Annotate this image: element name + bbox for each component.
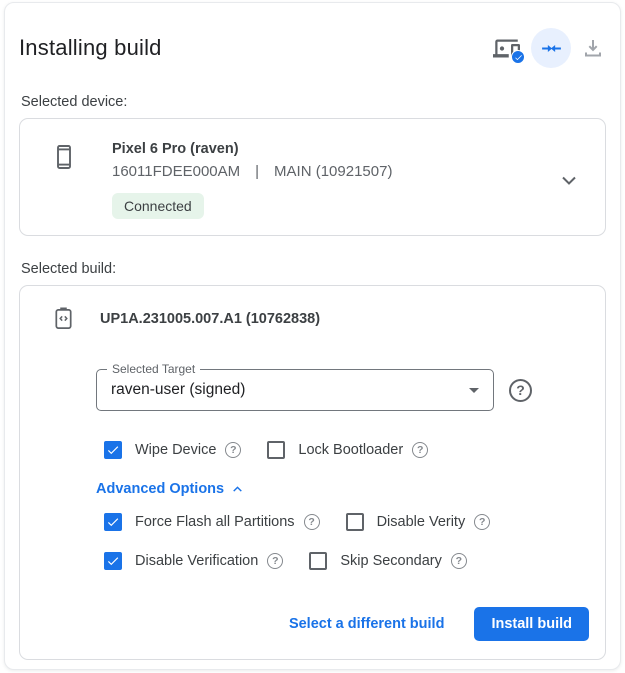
options-row-1: Wipe Device ? Lock Bootloader ? [96, 441, 589, 459]
device-branch: MAIN (10921507) [274, 163, 392, 180]
wipe-device-label: Wipe Device [135, 442, 216, 458]
lock-bootloader-help-icon[interactable]: ? [412, 442, 428, 458]
build-name: UP1A.231005.007.A1 (10762838) [100, 311, 320, 327]
disable-verity-help-icon[interactable]: ? [474, 514, 490, 530]
header-icons [490, 28, 606, 68]
selected-build-label: Selected build: [21, 261, 604, 277]
lock-bootloader-label: Lock Bootloader [298, 442, 403, 458]
skip-secondary-checkbox[interactable] [309, 552, 327, 570]
install-build-button[interactable]: Install build [474, 607, 589, 641]
disable-verity-checkbox[interactable] [346, 513, 364, 531]
chevron-up-icon [231, 483, 244, 496]
device-serial: 16011FDEE000AM [112, 163, 240, 180]
target-select-row: Selected Target raven-user (signed) ? [96, 369, 589, 411]
check-badge-icon [511, 50, 525, 64]
expand-device-chevron-icon[interactable] [553, 164, 585, 196]
build-body: Selected Target raven-user (signed) ? Wi… [96, 369, 589, 570]
dropdown-arrow-icon [469, 388, 479, 393]
options-row-3: Disable Verification ? Skip Secondary ? [96, 552, 589, 570]
smartphone-icon [52, 144, 76, 170]
lock-bootloader-checkbox[interactable] [267, 441, 285, 459]
header: Installing build [19, 27, 606, 69]
connect-device-button[interactable] [531, 28, 571, 68]
build-clipboard-icon [52, 306, 75, 331]
checkbox-item-wipe-device[interactable]: Wipe Device ? [104, 441, 241, 459]
options-row-2: Force Flash all Partitions ? Disable Ver… [96, 513, 589, 531]
skip-secondary-help-icon[interactable]: ? [451, 553, 467, 569]
build-actions: Select a different build Install build [52, 607, 589, 641]
checkbox-item-lock-bootloader[interactable]: Lock Bootloader ? [267, 441, 428, 459]
select-different-build-button[interactable]: Select a different build [289, 616, 445, 632]
device-serial-line: 16011FDEE000AM | MAIN (10921507) [112, 163, 392, 180]
checkbox-item-skip-secondary[interactable]: Skip Secondary ? [309, 552, 467, 570]
disable-verification-checkbox[interactable] [104, 552, 122, 570]
device-info: Pixel 6 Pro (raven) 16011FDEE000AM | MAI… [112, 141, 392, 219]
device-card: Pixel 6 Pro (raven) 16011FDEE000AM | MAI… [19, 118, 606, 236]
advanced-options-toggle[interactable]: Advanced Options [96, 481, 244, 497]
wipe-device-checkbox[interactable] [104, 441, 122, 459]
devices-verified-icon[interactable] [490, 32, 522, 64]
build-card: UP1A.231005.007.A1 (10762838) Selected T… [19, 285, 606, 660]
checkbox-item-force-flash[interactable]: Force Flash all Partitions ? [104, 513, 320, 531]
device-name: Pixel 6 Pro (raven) [112, 141, 392, 157]
selected-device-label: Selected device: [21, 94, 604, 110]
disable-verification-label: Disable Verification [135, 553, 258, 569]
selected-target-select[interactable]: Selected Target raven-user (signed) [96, 369, 494, 411]
force-flash-help-icon[interactable]: ? [304, 514, 320, 530]
selected-target-value: raven-user (signed) [111, 381, 245, 399]
build-head: UP1A.231005.007.A1 (10762838) [52, 306, 589, 331]
selected-target-floating-label: Selected Target [107, 362, 200, 376]
wipe-device-help-icon[interactable]: ? [225, 442, 241, 458]
connect-arrows-icon [540, 37, 563, 60]
disable-verity-label: Disable Verity [377, 514, 466, 530]
skip-secondary-label: Skip Secondary [340, 553, 442, 569]
installing-build-panel: Installing build [4, 2, 621, 670]
disable-verification-help-icon[interactable]: ? [267, 553, 283, 569]
page-title: Installing build [19, 35, 162, 61]
checkbox-item-disable-verification[interactable]: Disable Verification ? [104, 552, 283, 570]
status-badge: Connected [112, 193, 204, 219]
download-icon[interactable] [580, 35, 606, 61]
checkbox-item-disable-verity[interactable]: Disable Verity ? [346, 513, 491, 531]
separator: | [255, 163, 259, 180]
force-flash-checkbox[interactable] [104, 513, 122, 531]
target-help-icon[interactable]: ? [509, 379, 532, 402]
advanced-options-label: Advanced Options [96, 481, 224, 497]
force-flash-label: Force Flash all Partitions [135, 514, 295, 530]
